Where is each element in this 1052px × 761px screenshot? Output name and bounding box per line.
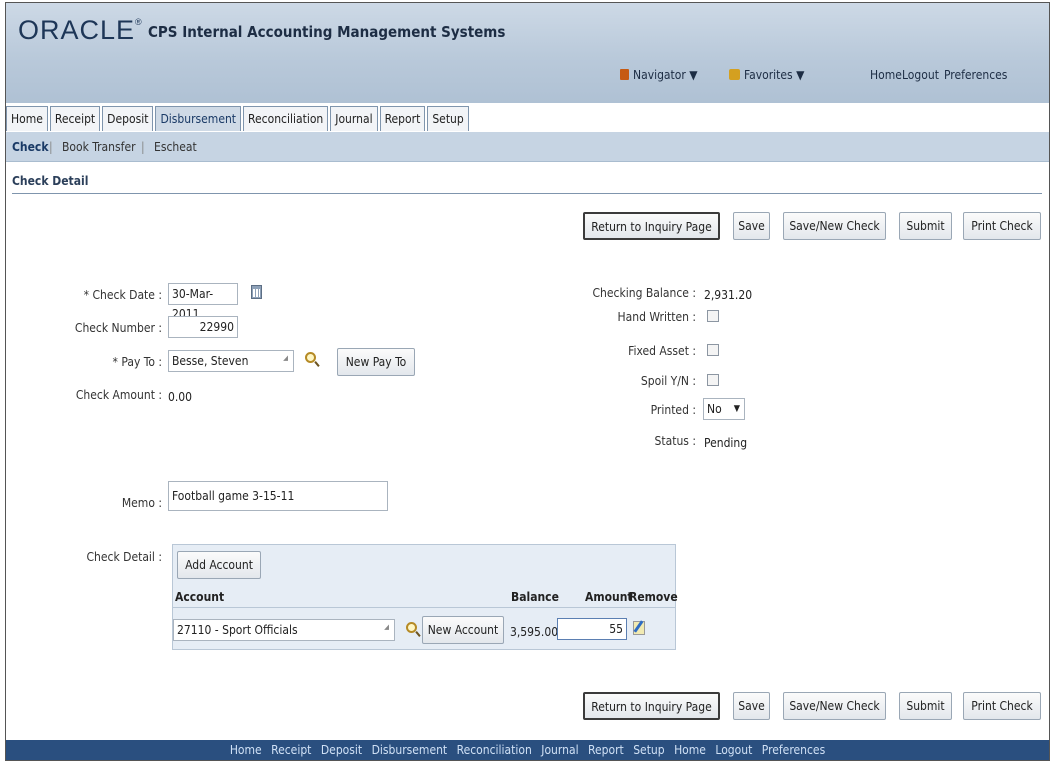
subnav-book-transfer[interactable]: Book Transfer	[62, 140, 136, 154]
print-check-button-bottom[interactable]: Print Check	[963, 692, 1041, 720]
account-search-icon[interactable]	[406, 622, 417, 633]
footer-link-setup[interactable]: Setup	[633, 743, 664, 757]
submit-button-bottom[interactable]: Submit	[899, 692, 952, 720]
subnav-escheat[interactable]: Escheat	[154, 140, 197, 154]
sub-navigation: Check | Book Transfer | Escheat	[6, 132, 1049, 162]
table-header-divider	[173, 607, 675, 608]
page-title: Check Detail	[12, 174, 89, 188]
fixed-asset-checkbox[interactable]	[707, 344, 719, 356]
tab-home[interactable]: Home	[6, 106, 48, 131]
spoil-label: Spoil Y/N :	[640, 374, 696, 388]
add-account-button[interactable]: Add Account	[177, 551, 261, 579]
check-date-field[interactable]: 30-Mar-2011	[168, 283, 238, 321]
pay-to-label: * Pay To :	[112, 355, 162, 369]
submit-button[interactable]: Submit	[899, 212, 952, 240]
amount-field[interactable]: 55	[557, 618, 627, 640]
printed-select[interactable]: No ▼	[703, 398, 745, 420]
title-divider	[12, 193, 1042, 194]
pay-to-field[interactable]: Besse, Steven ◢	[168, 350, 294, 372]
footer-link-home-2[interactable]: Home	[674, 743, 706, 757]
footer-link-receipt[interactable]: Receipt	[271, 743, 311, 757]
return-to-inquiry-button-bottom[interactable]: Return to Inquiry Page	[583, 692, 720, 720]
check-amount-label: Check Amount :	[75, 388, 162, 402]
dropdown-arrow-icon: ▼	[733, 404, 740, 414]
printed-value: No	[707, 402, 722, 416]
tab-deposit[interactable]: Deposit	[102, 106, 154, 131]
header-banner: ORACLE® CPS Internal Accounting Manageme…	[6, 3, 1049, 103]
subnav-separator: |	[49, 140, 53, 154]
printed-label: Printed :	[650, 403, 696, 417]
footer-link-report[interactable]: Report	[588, 743, 624, 757]
account-value: 27110 - Sport Officials	[177, 623, 298, 637]
memo-field[interactable]: Football game 3-15-11	[168, 481, 388, 511]
save-button-bottom[interactable]: Save	[733, 692, 770, 720]
footer-link-disbursement[interactable]: Disbursement	[372, 743, 448, 757]
hand-written-checkbox[interactable]	[707, 310, 719, 322]
tab-journal[interactable]: Journal	[330, 106, 378, 131]
new-pay-to-button[interactable]: New Pay To	[337, 348, 415, 376]
print-check-button[interactable]: Print Check	[963, 212, 1041, 240]
favorites-menu[interactable]: Favorites ▼	[729, 68, 804, 82]
account-balance-value: 3,595.00	[510, 625, 559, 639]
save-new-check-button[interactable]: Save/New Check	[783, 212, 886, 240]
status-label: Status :	[654, 434, 696, 448]
app-title: CPS Internal Accounting Management Syste…	[148, 23, 506, 41]
footer-link-reconciliation[interactable]: Reconciliation	[457, 743, 532, 757]
hand-written-label: Hand Written :	[617, 310, 696, 324]
remove-icon[interactable]	[633, 621, 645, 635]
navigator-menu[interactable]: Navigator ▼	[620, 68, 698, 82]
column-header-balance: Balance	[511, 590, 559, 604]
check-detail-table: Add Account Account Balance Amount Remov…	[172, 544, 678, 650]
search-icon[interactable]	[305, 352, 316, 363]
footer-link-deposit[interactable]: Deposit	[321, 743, 362, 757]
tab-receipt[interactable]: Receipt	[49, 106, 101, 131]
footer-link-journal[interactable]: Journal	[541, 743, 578, 757]
oracle-logo: ORACLE®	[18, 15, 143, 45]
tab-report[interactable]: Report	[379, 106, 426, 131]
global-logout-link[interactable]: Logout	[902, 68, 939, 82]
fixed-asset-label: Fixed Asset :	[628, 344, 696, 358]
spoil-checkbox[interactable]	[707, 374, 719, 386]
account-field[interactable]: 27110 - Sport Officials ◢	[173, 619, 395, 641]
column-header-amount: Amount	[585, 590, 633, 604]
save-button[interactable]: Save	[733, 212, 770, 240]
main-tabs: Home Receipt Deposit Disbursement Reconc…	[6, 106, 471, 132]
lov-indicator-icon: ◢	[283, 354, 288, 362]
tab-disbursement[interactable]: Disbursement	[155, 106, 242, 131]
footer-link-logout[interactable]: Logout	[715, 743, 752, 757]
subnav-separator: |	[141, 140, 145, 154]
check-amount-value: 0.00	[168, 390, 193, 404]
global-home-link[interactable]: Home	[870, 68, 902, 82]
application-window: ORACLE® CPS Internal Accounting Manageme…	[5, 2, 1050, 761]
tab-setup[interactable]: Setup	[427, 106, 469, 131]
subnav-check[interactable]: Check	[12, 140, 49, 154]
calendar-icon[interactable]	[251, 285, 262, 299]
column-header-remove: Remove	[629, 590, 678, 604]
pay-to-value: Besse, Steven	[172, 354, 249, 368]
global-preferences-link[interactable]: Preferences	[944, 68, 1007, 82]
footer-link-home[interactable]: Home	[230, 743, 262, 757]
new-account-button[interactable]: New Account	[422, 616, 504, 644]
column-header-account: Account	[175, 590, 225, 604]
status-value: Pending	[704, 436, 748, 450]
checking-balance-label: Checking Balance :	[592, 286, 696, 300]
footer-link-preferences[interactable]: Preferences	[762, 743, 825, 757]
footer-links: Home Receipt Deposit Disbursement Reconc…	[6, 740, 1049, 760]
checking-balance-value: 2,931.20	[704, 288, 753, 302]
check-detail-label: Check Detail :	[86, 550, 162, 564]
check-number-field[interactable]: 22990	[168, 316, 238, 338]
check-number-label: Check Number :	[74, 321, 162, 335]
save-new-check-button-bottom[interactable]: Save/New Check	[783, 692, 886, 720]
navigator-icon	[620, 69, 629, 80]
lov-indicator-icon: ◢	[384, 623, 389, 631]
memo-label: Memo :	[121, 496, 162, 510]
check-date-label: * Check Date :	[83, 288, 162, 302]
tab-reconciliation[interactable]: Reconciliation	[243, 106, 329, 131]
favorites-icon	[729, 69, 740, 80]
return-to-inquiry-button[interactable]: Return to Inquiry Page	[583, 212, 720, 240]
